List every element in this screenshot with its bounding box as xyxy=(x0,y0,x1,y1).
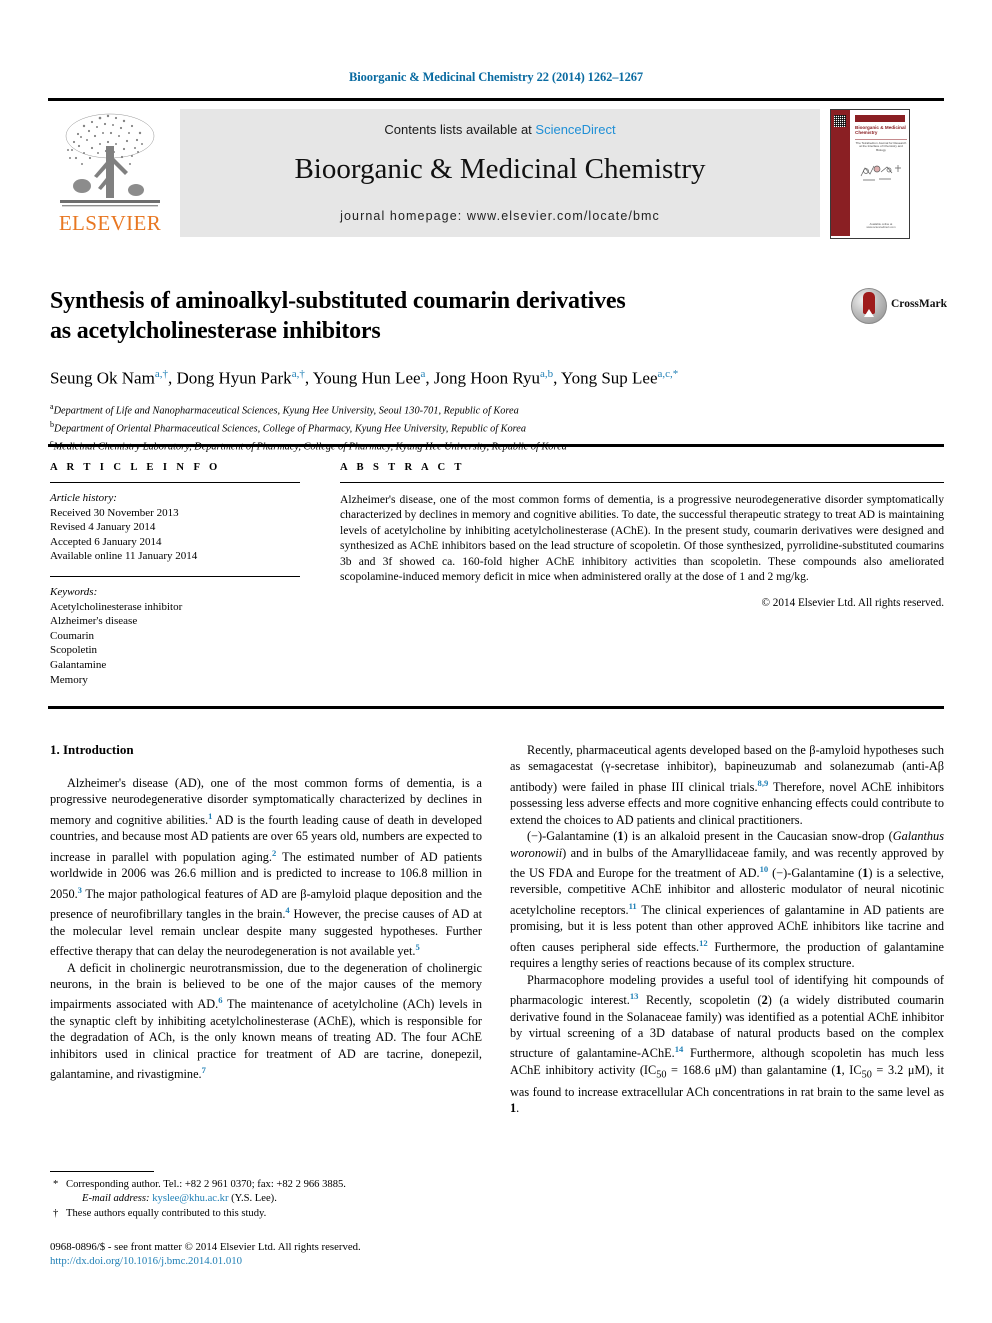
author-affiliation-mark: a,b xyxy=(539,368,554,380)
copyright-block: 0968-0896/$ - see front matter © 2014 El… xyxy=(50,1240,570,1269)
dagger-icon: † xyxy=(53,1207,59,1219)
running-head: Bioorganic & Medicinal Chemistry 22 (201… xyxy=(348,70,644,84)
article-info-heading: A R T I C L E I N F O xyxy=(50,462,221,473)
footnote-corresponding-author: * Corresponding author. Tel.: +82 2 961 … xyxy=(50,1178,482,1207)
article-info-separator xyxy=(50,575,300,577)
keyword-item: Galantamine xyxy=(50,658,107,671)
doi-link[interactable]: http://dx.doi.org/10.1016/j.bmc.2014.01.… xyxy=(50,1254,570,1268)
email-label: E-mail address: xyxy=(82,1193,150,1205)
keyword-item: Acetylcholinesterase inhibitor xyxy=(50,600,183,613)
keywords: Keywords: Acetylcholinesterase inhibitor… xyxy=(50,585,300,687)
left-column-paragraphs: Alzheimer's disease (AD), one of the mos… xyxy=(50,775,482,1083)
cover-title: Bioorganic & Medicinal Chemistry xyxy=(855,125,906,136)
abstract-text: Alzheimer's disease, one of the most com… xyxy=(340,493,944,584)
masthead-top-rule xyxy=(48,98,944,101)
elsevier-wordmark: ELSEVIER xyxy=(58,211,162,235)
body-paragraph: A deficit in cholinergic neurotransmissi… xyxy=(50,960,482,1082)
article-info-column: A R T I C L E I N F O Article history: R… xyxy=(50,462,300,687)
title-block: Synthesis of aminoalkyl-substituted coum… xyxy=(50,286,947,454)
issn-line: 0968-0896/$ - see front matter © 2014 El… xyxy=(50,1241,361,1253)
abstract-column: A B S T R A C T Alzheimer's disease, one… xyxy=(340,462,944,609)
cover-footer: Available online at www.sciencedirect.co… xyxy=(866,221,896,230)
author-name: Dong Hyun Park xyxy=(176,368,292,388)
author-list: Seung Ok Nama,†, Dong Hyun Parka,†, Youn… xyxy=(50,368,679,388)
article-history: Article history: Received 30 November 20… xyxy=(50,491,300,564)
author-affiliation-mark: a,† xyxy=(154,368,168,380)
right-column-paragraphs: Recently, pharmaceutical agents develope… xyxy=(510,742,944,1117)
affiliation-item: aDepartment of Life and Nanopharmaceutic… xyxy=(50,400,940,418)
author-affiliation-mark: a xyxy=(420,368,426,380)
author-affiliation-mark: a,† xyxy=(291,368,305,380)
footnote-block: * Corresponding author. Tel.: +82 2 961 … xyxy=(50,1178,482,1221)
author-affiliation-mark: a,c,* xyxy=(657,368,679,380)
elsevier-tree-icon xyxy=(60,113,160,207)
title-line-1: Synthesis of aminoalkyl-substituted coum… xyxy=(50,288,626,314)
cover-spine xyxy=(831,110,850,236)
article-history-items: Received 30 November 2013 Revised 4 Janua… xyxy=(50,506,300,564)
sciencedirect-link[interactable]: ScienceDirect xyxy=(535,122,615,137)
author-name: Young Hun Lee xyxy=(312,368,421,388)
article-info-rule xyxy=(50,482,300,483)
crossmark-label: CrossMark xyxy=(891,298,948,310)
crossmark-icon xyxy=(851,288,887,324)
page-title: Synthesis of aminoalkyl-substituted coum… xyxy=(50,286,810,346)
email-suffix: (Y.S. Lee). xyxy=(231,1193,277,1205)
abstract-band-bottom-rule xyxy=(48,706,944,709)
keyword-item: Scopoletin xyxy=(50,644,98,657)
author-name: Yong Sup Lee xyxy=(561,368,658,388)
abstract-heading: A B S T R A C T xyxy=(340,462,465,473)
journal-homepage-link[interactable]: journal homepage: www.elsevier.com/locat… xyxy=(180,209,820,223)
body-paragraph: Pharmacophore modeling provides a useful… xyxy=(510,972,944,1116)
article-history-item: Received 30 November 2013 xyxy=(50,506,179,519)
journal-title: Bioorganic & Medicinal Chemistry xyxy=(294,153,706,185)
section-heading-introduction: 1. Introduction xyxy=(50,742,134,757)
keyword-item: Coumarin xyxy=(50,629,94,642)
cover-top-band xyxy=(855,115,905,122)
footnote-equal-contribution: † These authors equally contributed to t… xyxy=(50,1207,482,1221)
body-paragraph: Alzheimer's disease (AD), one of the mos… xyxy=(50,776,482,959)
email-link[interactable]: kyslee@khu.ac.kr xyxy=(152,1193,228,1204)
email-line: E-mail address: kyslee@khu.ac.kr (Y.S. L… xyxy=(66,1192,482,1206)
author-name: Seung Ok Nam xyxy=(50,368,155,388)
article-history-item: Revised 4 January 2014 xyxy=(50,521,156,534)
abstract-rule xyxy=(340,482,944,483)
contents-available-line: Contents lists available at ScienceDirec… xyxy=(180,122,820,137)
corresponding-author-text: Corresponding author. Tel.: +82 2 961 03… xyxy=(66,1179,346,1190)
journal-masthead: ELSEVIER Contents lists available at Sci… xyxy=(48,98,944,239)
body-paragraph: (−)-Galantamine (1) is an alkaloid prese… xyxy=(510,829,944,971)
keyword-item: Alzheimer's disease xyxy=(50,615,138,628)
body-column-right: Recently, pharmaceutical agents develope… xyxy=(510,742,944,1117)
keywords-title: Keywords: xyxy=(50,585,98,598)
cover-subtitle: The Tetrahedron Journal for Research at … xyxy=(855,139,907,152)
article-page: Bioorganic & Medicinal Chemistry 22 (201… xyxy=(0,0,992,1323)
body-column-left: 1. Introduction Alzheimer's disease (AD)… xyxy=(50,742,482,1083)
article-history-title: Article history: xyxy=(50,492,117,504)
abstract-copyright: © 2014 Elsevier Ltd. All rights reserved… xyxy=(761,597,945,610)
article-history-item: Accepted 6 January 2014 xyxy=(50,535,162,548)
cover-artwork-icon xyxy=(860,165,901,181)
keyword-item: Memory xyxy=(50,673,88,686)
author-name: Jong Hoon Ryu xyxy=(433,368,540,388)
keywords-items: Acetylcholinesterase inhibitor Alzheimer'… xyxy=(50,600,300,688)
crossmark-badge[interactable]: CrossMark xyxy=(851,288,947,324)
contents-prefix: Contents lists available at xyxy=(384,122,536,137)
article-history-item: Available online 11 January 2014 xyxy=(50,550,198,563)
body-paragraph: Recently, pharmaceutical agents develope… xyxy=(510,743,944,827)
qr-code-icon xyxy=(834,115,846,127)
journal-banner: Contents lists available at ScienceDirec… xyxy=(180,109,820,237)
journal-cover-thumbnail: Bioorganic & Medicinal Chemistry The Tet… xyxy=(830,109,910,239)
affiliation-item: bDepartment of Oriental Pharmaceutical S… xyxy=(50,418,940,436)
abstract-band-top-rule xyxy=(48,444,944,447)
affiliation-text: Department of Oriental Pharmaceutical Sc… xyxy=(54,423,527,435)
asterisk-icon: * xyxy=(53,1179,59,1190)
affiliation-text: Department of Life and Nanopharmaceutica… xyxy=(53,405,519,417)
equal-contribution-text: These authors equally contributed to thi… xyxy=(66,1207,267,1219)
elsevier-logo: ELSEVIER xyxy=(48,106,172,238)
title-line-2: as acetylcholinesterase inhibitors xyxy=(50,318,381,344)
footnote-rule xyxy=(50,1171,154,1172)
